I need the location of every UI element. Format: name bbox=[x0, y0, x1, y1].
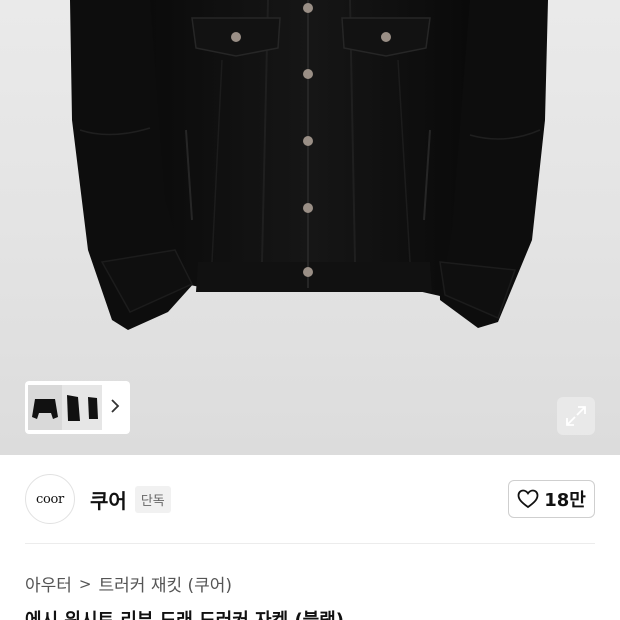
expand-button[interactable] bbox=[557, 397, 595, 435]
thumbnail-strip[interactable] bbox=[25, 381, 130, 434]
thumbnail-3[interactable] bbox=[84, 385, 102, 430]
exclusive-badge: 단독 bbox=[134, 485, 171, 513]
thumbnail-jacket-side-image bbox=[67, 394, 80, 421]
brand-name[interactable]: 쿠어 bbox=[90, 485, 127, 514]
like-button[interactable]: 18만 bbox=[508, 480, 595, 518]
breadcrumb-category[interactable]: 아우터 bbox=[25, 571, 72, 596]
thumbnail-jacket-image bbox=[32, 398, 58, 419]
divider bbox=[25, 543, 595, 544]
product-image-area[interactable] bbox=[0, 0, 620, 455]
chevron-right-icon[interactable] bbox=[102, 385, 127, 430]
breadcrumb: 아우터 > 트러커 재킷 (쿠어) bbox=[25, 571, 233, 597]
breadcrumb-subcategory[interactable]: 트러커 재킷 (쿠어) bbox=[99, 571, 233, 596]
breadcrumb-separator: > bbox=[78, 574, 92, 593]
expand-icon bbox=[566, 406, 586, 426]
heart-icon bbox=[517, 489, 539, 509]
thumbnail-1[interactable] bbox=[28, 385, 62, 430]
thumbnail-jacket-back-image bbox=[88, 396, 98, 419]
thumbnail-2[interactable] bbox=[62, 385, 84, 430]
product-title: 에시 위시트 리부 드래 드러커 자켓 (블랙) bbox=[25, 606, 595, 620]
brand-row: coor 쿠어 단독 18만 bbox=[25, 473, 595, 525]
brand-logo[interactable]: coor bbox=[25, 474, 75, 524]
like-count: 18만 bbox=[544, 490, 586, 511]
